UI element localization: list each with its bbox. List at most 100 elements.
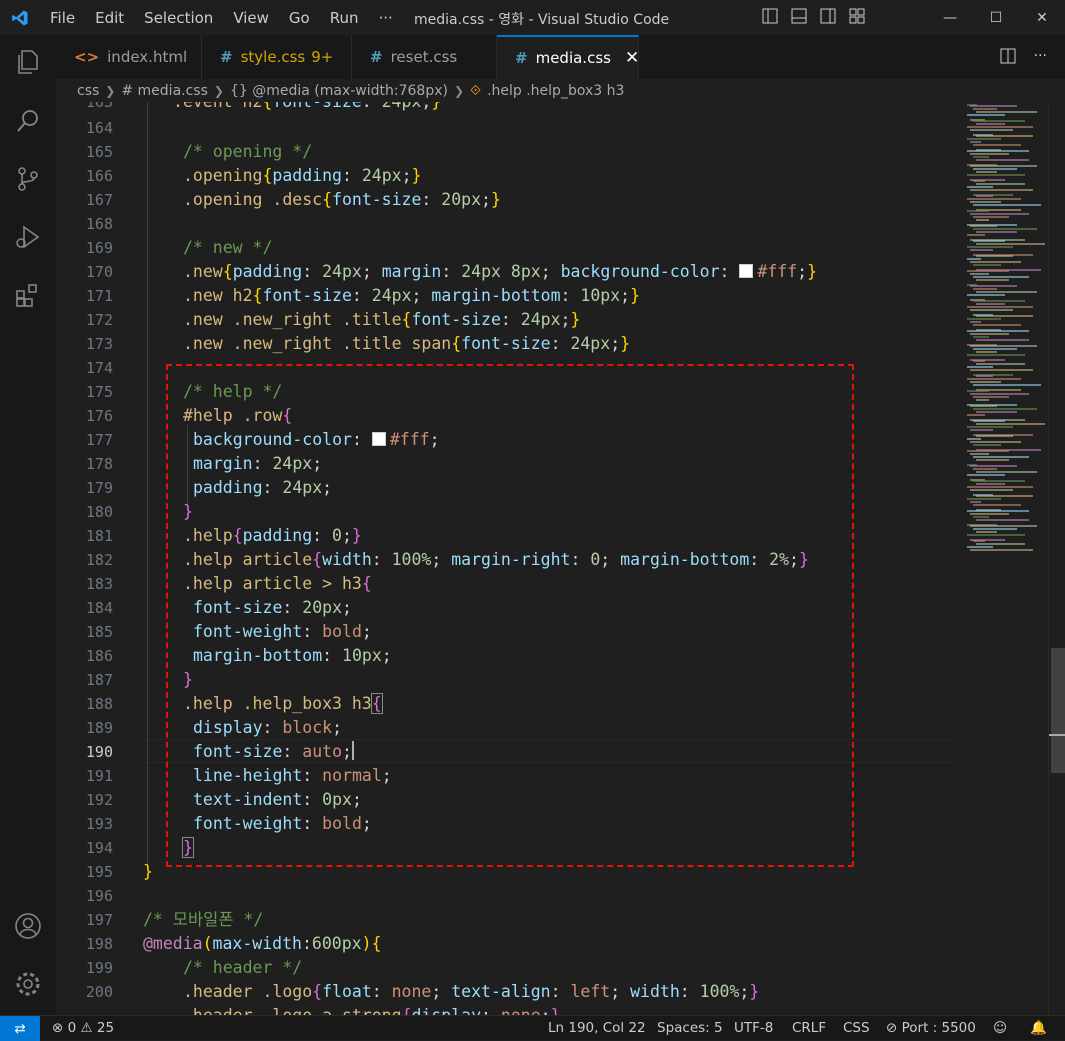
tab-index-html[interactable]: <> index.html	[56, 35, 202, 79]
line-number: 188	[85, 695, 113, 713]
settings-gear-icon[interactable]	[14, 970, 42, 998]
line-number: 198	[85, 935, 113, 953]
minimap-line	[970, 261, 1021, 263]
error-count: 0	[67, 1020, 77, 1036]
minimap-line	[976, 111, 1037, 113]
color-swatch[interactable]	[739, 264, 754, 278]
toggle-primary-sidebar-icon[interactable]	[762, 8, 778, 24]
menu-view[interactable]: View	[223, 9, 279, 27]
code-line: .new h2{font-size: 24px; margin-bottom: …	[183, 286, 641, 305]
close-window-icon[interactable]: ✕	[1019, 0, 1065, 35]
minimap-line	[970, 489, 1013, 491]
minimap-line	[973, 168, 1017, 170]
account-icon[interactable]	[14, 912, 42, 940]
code-line: .opening{padding: 24px;}	[183, 166, 422, 185]
minimap-line	[976, 291, 1037, 293]
line-number: 176	[85, 407, 113, 425]
minimap-line	[973, 468, 997, 470]
tab-style-css[interactable]: # style.css 9+	[202, 35, 352, 79]
explorer-icon[interactable]	[14, 48, 42, 76]
breadcrumb-selector[interactable]: .help .help_box3 h3	[487, 83, 624, 99]
minimap-line	[967, 498, 1001, 500]
tab-reset-css[interactable]: # reset.css	[352, 35, 497, 79]
breadcrumb-media-query[interactable]: {} @media (max-width:768px)	[230, 83, 448, 99]
notifications-bell-icon[interactable]: 🔔	[1030, 1020, 1047, 1036]
maximize-icon[interactable]: ☐	[973, 0, 1019, 35]
minimap-line	[976, 399, 989, 401]
minimap-line	[976, 351, 997, 353]
minimap-line	[970, 345, 1037, 347]
split-editor-icon[interactable]	[1000, 48, 1016, 68]
menu-more[interactable]: ···	[369, 9, 403, 27]
minimap-line	[973, 240, 1005, 242]
minimap-line	[967, 198, 1021, 200]
breadcrumb-file[interactable]: # media.css	[121, 83, 208, 99]
highlight-annotation-box	[166, 364, 854, 867]
minimize-icon[interactable]: —	[927, 0, 973, 35]
cursor-position[interactable]: Ln 190, Col 22	[548, 1020, 646, 1036]
minimap[interactable]	[963, 102, 1048, 722]
code-line: .event h2{font-size: 24px;}	[173, 102, 441, 114]
run-debug-icon[interactable]	[14, 223, 42, 251]
editor-tabs: <> index.html # style.css 9+ # reset.css…	[56, 35, 1065, 79]
source-control-icon[interactable]	[14, 165, 42, 193]
minimap-line	[973, 336, 989, 338]
minimap-line	[970, 453, 989, 455]
tab-media-css[interactable]: # media.css ✕	[497, 35, 639, 79]
toggle-panel-icon[interactable]	[791, 8, 807, 24]
minimap-line	[970, 441, 1021, 443]
menu-go[interactable]: Go	[279, 9, 320, 27]
end-of-line[interactable]: CRLF	[792, 1020, 826, 1036]
scrollbar-thumb[interactable]	[1051, 648, 1065, 773]
minimap-line	[967, 126, 1033, 128]
minimap-line	[973, 300, 1025, 302]
minimap-line	[976, 495, 1033, 497]
minimap-line	[970, 141, 981, 143]
minimap-line	[973, 456, 1029, 458]
toggle-secondary-sidebar-icon[interactable]	[820, 8, 836, 24]
indentation[interactable]: Spaces: 5	[657, 1020, 723, 1036]
extensions-icon[interactable]	[14, 281, 42, 309]
close-tab-icon[interactable]: ✕	[625, 48, 639, 68]
menu-selection[interactable]: Selection	[134, 9, 223, 27]
line-number: 187	[85, 671, 113, 689]
minimap-line	[967, 138, 1001, 140]
line-number: 179	[85, 479, 113, 497]
minimap-line	[970, 273, 989, 275]
code-line: .new{padding: 24px; margin: 24px 8px; ba…	[183, 262, 818, 281]
vertical-scrollbar[interactable]	[1048, 102, 1065, 1015]
minimap-line	[973, 540, 985, 542]
minimap-line	[973, 348, 1017, 350]
code-line: .new .new_right .title span{font-size: 2…	[183, 334, 631, 353]
feedback-icon[interactable]: ☺	[993, 1020, 1007, 1036]
line-number: 171	[85, 287, 113, 305]
customize-layout-icon[interactable]	[849, 8, 865, 24]
code-line: /* new */	[183, 238, 273, 257]
code-line: .new .new_right .title{font-size: 24px;}	[183, 310, 581, 329]
minimap-line	[970, 189, 1033, 191]
search-icon[interactable]	[14, 107, 42, 135]
menu-file[interactable]: File	[40, 9, 85, 27]
minimap-line	[970, 321, 981, 323]
code-line: /* header */	[183, 958, 303, 977]
symbol-class-icon: ⟐	[470, 83, 482, 99]
remote-indicator-icon[interactable]: ⇄	[0, 1016, 40, 1041]
encoding[interactable]: UTF-8	[734, 1020, 773, 1036]
problems-indicator[interactable]: ⊗ 0 ⚠ 25	[52, 1020, 114, 1036]
more-actions-icon[interactable]: ···	[1034, 48, 1047, 68]
breadcrumb-folder[interactable]: css	[77, 83, 99, 99]
live-server-port[interactable]: ⊘ Port : 5500	[886, 1020, 976, 1036]
tab-label: style.css	[240, 48, 306, 66]
menu-run[interactable]: Run	[320, 9, 369, 27]
warning-icon: ⚠	[80, 1020, 93, 1036]
minimap-line	[967, 486, 1033, 488]
line-number: 174	[85, 359, 113, 377]
line-number: 167	[85, 191, 113, 209]
line-number: 169	[85, 239, 113, 257]
minimap-line	[967, 414, 985, 416]
language-mode[interactable]: CSS	[843, 1020, 870, 1036]
minimap-line	[973, 276, 1029, 278]
menu-edit[interactable]: Edit	[85, 9, 134, 27]
line-number: 185	[85, 623, 113, 641]
minimap-line	[967, 546, 993, 548]
